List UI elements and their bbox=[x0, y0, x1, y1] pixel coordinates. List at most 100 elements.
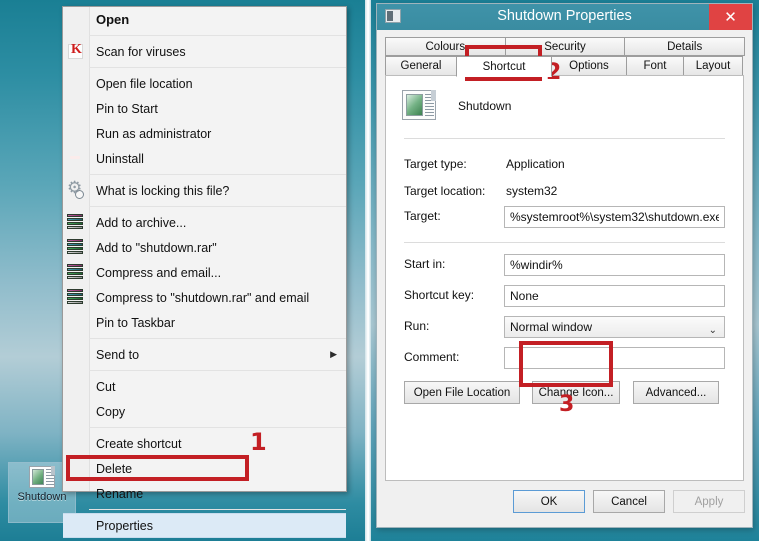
context-menu-item-run-as-administrator[interactable]: Run as administrator bbox=[63, 121, 346, 146]
tab-security[interactable]: Security bbox=[504, 37, 626, 56]
context-menu-item-label: Compress and email... bbox=[96, 265, 222, 280]
context-menu-item-copy[interactable]: Copy bbox=[63, 399, 346, 424]
tab-label: Options bbox=[569, 60, 609, 72]
label-run: Run: bbox=[404, 319, 430, 333]
shortcut-name-label: Shutdown bbox=[458, 99, 512, 113]
shortcut-tab-panel: Shutdown Target type: Application Target… bbox=[385, 75, 744, 481]
tab-details[interactable]: Details bbox=[624, 37, 745, 56]
field-row-target: Target: bbox=[404, 206, 725, 228]
open-file-location-button[interactable]: Open File Location bbox=[404, 381, 520, 404]
tab-general[interactable]: General bbox=[385, 56, 457, 76]
context-menu-item-scan-for-viruses[interactable]: Scan for viruses bbox=[63, 39, 346, 64]
context-menu-item-open-file-location[interactable]: Open file location bbox=[63, 71, 346, 96]
tab-font[interactable]: Font bbox=[626, 56, 684, 76]
context-menu-item-label: Rename bbox=[96, 486, 144, 501]
shield-icon bbox=[67, 125, 85, 143]
shortcut-key-input[interactable] bbox=[504, 285, 725, 307]
tab-label: Font bbox=[643, 60, 667, 72]
context-menu-item-rename[interactable]: Rename bbox=[63, 481, 346, 506]
context-menu-item-label: What is locking this file? bbox=[96, 183, 230, 198]
context-menu-item-label: Copy bbox=[96, 404, 126, 419]
label-target-type: Target type: bbox=[404, 157, 467, 171]
context-menu-item-delete[interactable]: Delete bbox=[63, 456, 346, 481]
context-menu-item-send-to[interactable]: Send to ▶ bbox=[63, 342, 346, 367]
context-menu-item-properties[interactable]: Properties bbox=[63, 513, 346, 538]
context-menu-item-uninstall[interactable]: Uninstall bbox=[63, 146, 346, 171]
kaspersky-icon bbox=[67, 43, 85, 61]
uninstall-icon bbox=[67, 150, 85, 168]
context-menu-item-cut[interactable]: Cut bbox=[63, 374, 346, 399]
tab-shortcut[interactable]: Shortcut bbox=[456, 56, 552, 77]
context-menu-item-label: Send to bbox=[96, 347, 140, 362]
ok-button[interactable]: OK bbox=[513, 490, 585, 513]
tab-row-main: General Shortcut Options Font Layout bbox=[385, 56, 744, 77]
label-start-in: Start in: bbox=[404, 257, 446, 271]
tab-options[interactable]: Options bbox=[551, 56, 627, 76]
context-menu-item-pin-to-start[interactable]: Pin to Start bbox=[63, 96, 346, 121]
cancel-button[interactable]: Cancel bbox=[593, 490, 665, 513]
context-menu-item-compress-to-shutdown-rar-and-email[interactable]: Compress to "shutdown.rar" and email bbox=[63, 285, 346, 310]
divider-under-header bbox=[404, 138, 725, 139]
context-menu-item-add-to-shutdown-rar[interactable]: Add to "shutdown.rar" bbox=[63, 235, 346, 260]
comment-input[interactable] bbox=[504, 347, 725, 369]
tab-colours[interactable]: Colours bbox=[385, 37, 506, 56]
context-menu-separator bbox=[89, 509, 346, 510]
run-dropdown-value: Normal window bbox=[510, 320, 593, 334]
tab-label: Shortcut bbox=[482, 60, 526, 73]
context-menu-item-label: Open file location bbox=[96, 76, 193, 91]
target-input[interactable] bbox=[504, 206, 725, 228]
context-menu-item-label: Create shortcut bbox=[96, 436, 182, 451]
field-row-run: Run: Normal window ⌄ bbox=[404, 316, 725, 338]
shortcut-icon bbox=[29, 466, 55, 488]
context-menu-separator bbox=[89, 427, 346, 428]
context-menu-separator bbox=[89, 67, 346, 68]
context-menu-item-pin-to-taskbar[interactable]: Pin to Taskbar bbox=[63, 310, 346, 335]
close-icon[interactable]: ✕ bbox=[709, 4, 752, 30]
desktop-icon-label: Shutdown bbox=[17, 491, 67, 503]
context-menu-separator bbox=[89, 174, 346, 175]
context-menu-item-compress-and-email[interactable]: Compress and email... bbox=[63, 260, 346, 285]
tab-label: Security bbox=[544, 40, 586, 53]
winrar-icon bbox=[67, 213, 85, 232]
context-menu-item-label: Cut bbox=[96, 379, 116, 394]
context-menu-items: Open Scan for viruses Open file location Pi… bbox=[63, 7, 346, 538]
context-menu-item-create-shortcut[interactable]: Create shortcut bbox=[63, 431, 346, 456]
apply-button[interactable]: Apply bbox=[673, 490, 745, 513]
context-menu-item-label: Add to archive... bbox=[96, 215, 187, 230]
value-target-type: Application bbox=[506, 157, 565, 171]
context-menu-item-what-is-locking-this-file[interactable]: What is locking this file? bbox=[63, 178, 346, 203]
field-row-target-location: Target location: system32 bbox=[404, 181, 725, 203]
run-dropdown[interactable]: Normal window ⌄ bbox=[504, 316, 725, 338]
context-menu-item-label: Delete bbox=[96, 461, 133, 476]
start-in-input[interactable] bbox=[504, 254, 725, 276]
context-menu-item-add-to-archive[interactable]: Add to archive... bbox=[63, 210, 346, 235]
tab-label: Colours bbox=[425, 40, 466, 53]
tab-label: Layout bbox=[695, 60, 731, 72]
tab-label: Details bbox=[667, 40, 703, 53]
label-comment: Comment: bbox=[404, 350, 460, 364]
context-menu-item-label: Properties bbox=[96, 518, 153, 533]
label-target-location: Target location: bbox=[404, 184, 486, 198]
winrar-icon bbox=[67, 288, 85, 307]
context-menu-item-open[interactable]: Open bbox=[63, 7, 346, 32]
dialog-body: Colours Security Details General Shortcut Op… bbox=[385, 34, 745, 519]
tab-layout[interactable]: Layout bbox=[683, 56, 743, 76]
context-menu-item-label: Pin to Taskbar bbox=[96, 315, 175, 330]
right-screenshot-pane: Shutdown Properties ✕ Colours Security Det… bbox=[371, 0, 759, 541]
context-menu: Open Scan for viruses Open file location Pi… bbox=[62, 6, 347, 538]
context-menu-item-label: Open bbox=[96, 12, 130, 27]
context-menu-item-label: Run as administrator bbox=[96, 126, 212, 141]
dialog-title: Shutdown Properties bbox=[497, 8, 632, 24]
advanced-button[interactable]: Advanced... bbox=[633, 381, 719, 404]
value-target-location: system32 bbox=[506, 184, 558, 198]
left-screenshot-pane: Shutdown Open Scan for viruses Open file l… bbox=[0, 0, 365, 541]
divider-under-target bbox=[404, 242, 725, 243]
label-target: Target: bbox=[404, 209, 441, 223]
dialog-titlebar: Shutdown Properties ✕ bbox=[377, 4, 752, 30]
tab-label: General bbox=[400, 60, 442, 72]
context-menu-item-label: Uninstall bbox=[96, 151, 144, 166]
field-row-start-in: Start in: bbox=[404, 254, 725, 276]
context-menu-item-label: Compress to "shutdown.rar" and email bbox=[96, 290, 310, 305]
change-icon-button[interactable]: Change Icon... bbox=[532, 381, 620, 404]
context-menu-separator bbox=[89, 206, 346, 207]
